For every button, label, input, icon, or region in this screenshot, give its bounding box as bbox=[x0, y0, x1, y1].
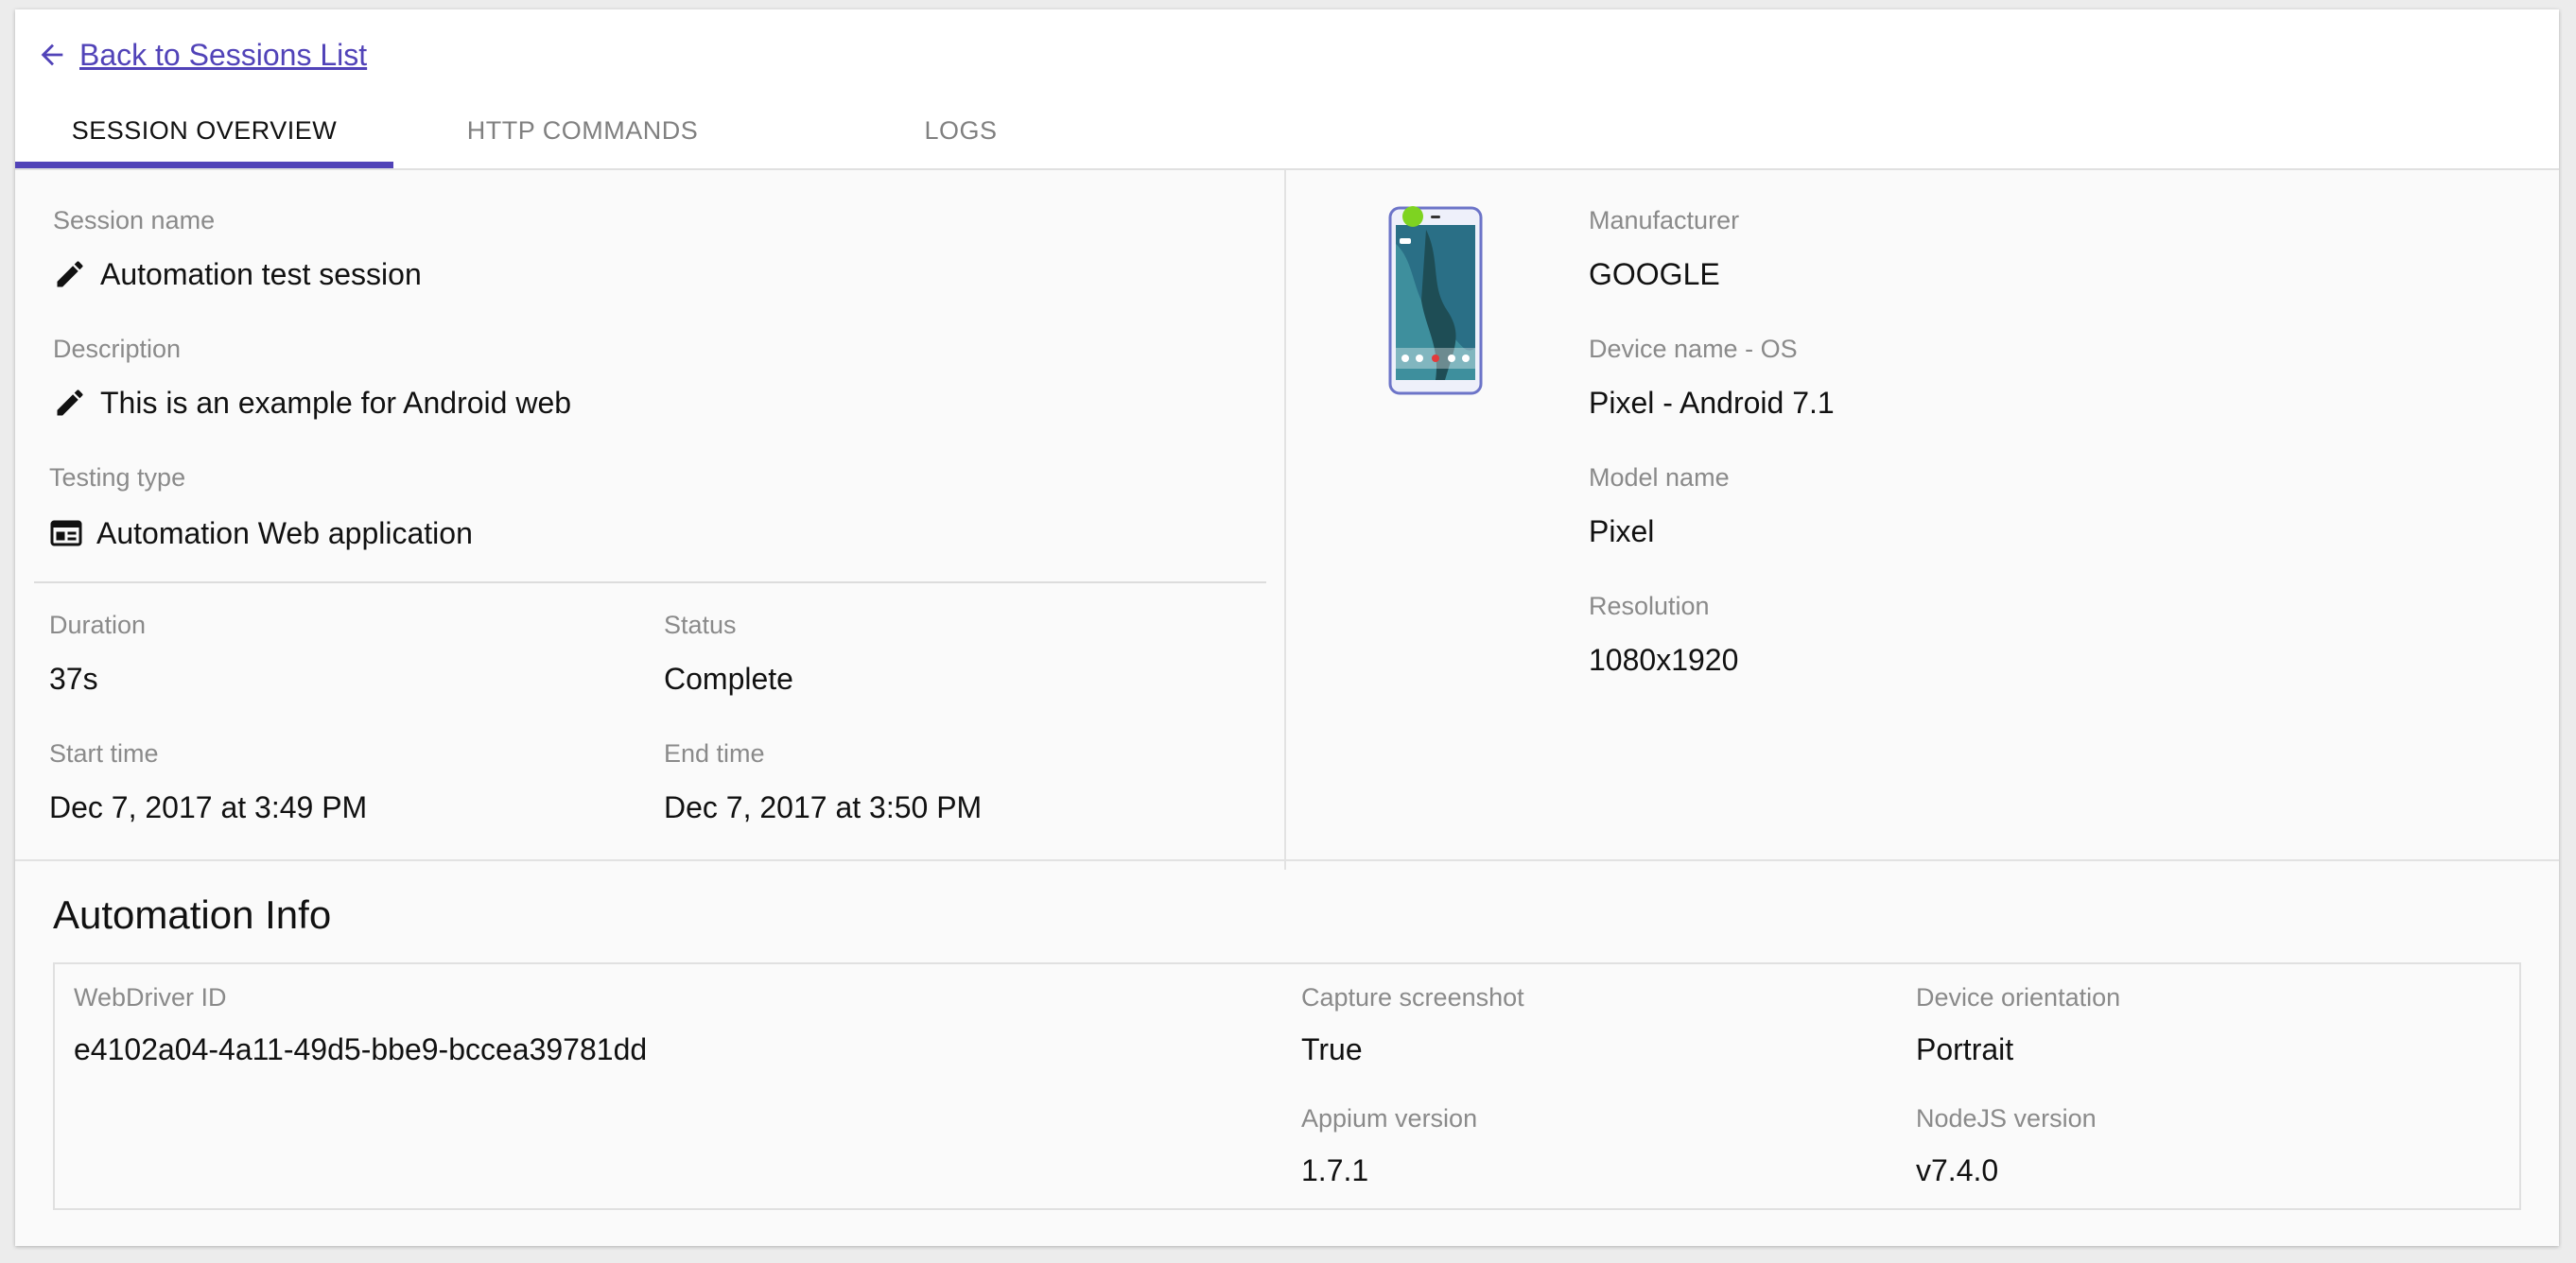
testing-type-label: Testing type bbox=[49, 463, 186, 492]
duration-label: Duration bbox=[49, 611, 147, 639]
active-tab-indicator bbox=[15, 162, 393, 168]
model-name-value: Pixel bbox=[1589, 514, 1655, 548]
testing-type-value: Automation Web application bbox=[96, 515, 473, 550]
status-value: Complete bbox=[664, 662, 793, 696]
session-name-label: Session name bbox=[53, 206, 216, 234]
manufacturer-label: Manufacturer bbox=[1589, 206, 1740, 234]
nodejs-version-label: NodeJS version bbox=[1916, 1104, 2097, 1133]
status-label: Status bbox=[664, 611, 737, 639]
device-phone-image bbox=[1388, 206, 1483, 395]
session-detail-card: Back to Sessions List SESSION OVERVIEW H… bbox=[15, 9, 2559, 1246]
start-time-label: Start time bbox=[49, 739, 159, 768]
end-time-label: End time bbox=[664, 739, 765, 768]
arrow-left-icon bbox=[41, 43, 63, 66]
nodejs-version-value: v7.4.0 bbox=[1916, 1153, 1999, 1187]
description-label: Description bbox=[53, 335, 182, 363]
tab-http-commands[interactable]: HTTP COMMANDS bbox=[393, 93, 772, 168]
device-name-os-value: Pixel - Android 7.1 bbox=[1589, 386, 1835, 420]
description-value: This is an example for Android web bbox=[100, 385, 572, 420]
automation-info-box bbox=[53, 962, 2521, 1210]
tab-logs[interactable]: LOGS bbox=[772, 93, 1150, 168]
column-divider bbox=[1284, 170, 1286, 870]
session-info-divider bbox=[34, 581, 1266, 583]
end-time-value: Dec 7, 2017 at 3:50 PM bbox=[664, 790, 983, 824]
webdriver-id-value: e4102a04-4a11-49d5-bbe9-bccea39781dd bbox=[74, 1032, 648, 1066]
device-orientation-label: Device orientation bbox=[1916, 983, 2121, 1012]
appium-version-value: 1.7.1 bbox=[1301, 1153, 1369, 1187]
device-name-os-label: Device name - OS bbox=[1589, 335, 1798, 363]
model-name-label: Model name bbox=[1589, 463, 1730, 492]
start-time-value: Dec 7, 2017 at 3:49 PM bbox=[49, 790, 368, 824]
header-bar: Back to Sessions List SESSION OVERVIEW H… bbox=[15, 9, 2559, 170]
device-orientation-value: Portrait bbox=[1916, 1032, 2014, 1066]
description-field[interactable]: This is an example for Android web bbox=[53, 378, 571, 427]
tab-session-overview[interactable]: SESSION OVERVIEW bbox=[15, 93, 393, 168]
capture-screenshot-label: Capture screenshot bbox=[1301, 983, 1524, 1012]
resolution-value: 1080x1920 bbox=[1589, 643, 1739, 677]
pencil-icon[interactable] bbox=[53, 386, 87, 420]
testing-type-field: Automation Web application bbox=[49, 509, 473, 558]
manufacturer-value: GOOGLE bbox=[1589, 257, 1720, 291]
web-window-icon bbox=[50, 520, 82, 546]
appium-version-label: Appium version bbox=[1301, 1104, 1478, 1133]
resolution-label: Resolution bbox=[1589, 592, 1710, 620]
capture-screenshot-value: True bbox=[1301, 1032, 1363, 1066]
pencil-icon[interactable] bbox=[53, 257, 87, 291]
section-divider bbox=[15, 859, 2559, 861]
session-name-value: Automation test session bbox=[100, 256, 422, 291]
webdriver-id-label: WebDriver ID bbox=[74, 983, 227, 1012]
automation-info-title: Automation Info bbox=[53, 892, 332, 937]
duration-value: 37s bbox=[49, 662, 98, 696]
back-link-label: Back to Sessions List bbox=[79, 37, 368, 72]
back-to-sessions-link[interactable]: Back to Sessions List bbox=[36, 26, 367, 83]
session-name-field[interactable]: Automation test session bbox=[53, 250, 422, 299]
